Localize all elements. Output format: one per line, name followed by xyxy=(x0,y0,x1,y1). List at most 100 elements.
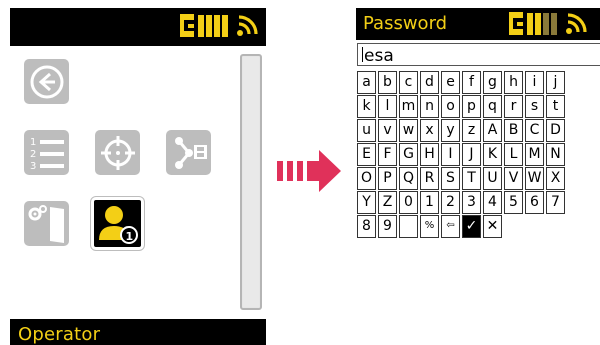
battery-ruler-icon xyxy=(180,14,228,37)
key-l[interactable]: l xyxy=(378,95,397,118)
key-b[interactable]: b xyxy=(378,71,397,94)
key-L[interactable]: L xyxy=(504,143,523,166)
key-C[interactable]: C xyxy=(525,119,544,142)
key-o[interactable]: o xyxy=(441,95,460,118)
back-tile[interactable] xyxy=(24,59,69,104)
key-O[interactable]: O xyxy=(357,167,376,190)
key-H[interactable]: H xyxy=(420,143,439,166)
key-7[interactable]: 7 xyxy=(546,191,565,214)
key-p[interactable]: p xyxy=(462,95,481,118)
key-r[interactable]: r xyxy=(504,95,523,118)
key-E[interactable]: E xyxy=(357,143,376,166)
key-4[interactable]: 4 xyxy=(483,191,502,214)
main-menu-screen: 1 2 3 1 Operator xyxy=(10,8,266,345)
key-T[interactable]: T xyxy=(462,167,481,190)
key-j[interactable]: j xyxy=(546,71,565,94)
key-space[interactable] xyxy=(399,215,418,238)
key-h[interactable]: h xyxy=(504,71,523,94)
key-6[interactable]: 6 xyxy=(525,191,544,214)
list-number-1: 1 xyxy=(30,137,36,148)
crosshair-target-icon xyxy=(100,135,135,170)
text-caret xyxy=(362,47,363,62)
key-9[interactable]: 9 xyxy=(378,215,397,238)
status-bar xyxy=(10,8,266,46)
key-8[interactable]: 8 xyxy=(357,215,376,238)
key-m[interactable]: m xyxy=(399,95,418,118)
list-number-2: 2 xyxy=(30,149,36,160)
numbered-list-icon: 1 2 3 xyxy=(30,137,64,172)
key-Z[interactable]: Z xyxy=(378,191,397,214)
target-tile[interactable] xyxy=(95,130,140,175)
password-screen: Password esa abcdefghij klmnopqrst uvwxyzA… xyxy=(356,8,600,345)
key-i[interactable]: i xyxy=(525,71,544,94)
key-S[interactable]: S xyxy=(441,167,460,190)
key-X[interactable]: X xyxy=(546,167,565,190)
transition-arrow-icon xyxy=(277,150,341,192)
key-W[interactable]: W xyxy=(525,167,544,190)
key-U[interactable]: U xyxy=(483,167,502,190)
battery-ruler-icon xyxy=(509,12,557,35)
key-symbols[interactable]: % xyxy=(420,215,439,238)
key-k[interactable]: k xyxy=(357,95,376,118)
key-D[interactable]: D xyxy=(546,119,565,142)
key-x[interactable]: x xyxy=(420,119,439,142)
key-y[interactable]: y xyxy=(441,119,460,142)
key-z[interactable]: z xyxy=(462,119,481,142)
key-5[interactable]: 5 xyxy=(504,191,523,214)
key-1[interactable]: 1 xyxy=(420,191,439,214)
key-d[interactable]: d xyxy=(420,71,439,94)
menu-scrollbar[interactable] xyxy=(240,54,262,310)
key-A[interactable]: A xyxy=(483,119,502,142)
key-q[interactable]: q xyxy=(483,95,502,118)
list-number-3: 3 xyxy=(30,161,36,172)
key-cancel[interactable]: ✕ xyxy=(483,215,502,238)
key-w[interactable]: w xyxy=(399,119,418,142)
key-N[interactable]: N xyxy=(546,143,565,166)
key-Q[interactable]: Q xyxy=(399,167,418,190)
key-M[interactable]: M xyxy=(525,143,544,166)
key-a[interactable]: a xyxy=(357,71,376,94)
key-Y[interactable]: Y xyxy=(357,191,376,214)
key-t[interactable]: t xyxy=(546,95,565,118)
key-B[interactable]: B xyxy=(504,119,523,142)
key-3[interactable]: 3 xyxy=(462,191,481,214)
password-input[interactable]: esa xyxy=(357,43,600,66)
operator-tile[interactable]: 1 xyxy=(91,197,144,250)
settings-door-icon xyxy=(28,204,64,243)
key-f[interactable]: f xyxy=(462,71,481,94)
key-F[interactable]: F xyxy=(378,143,397,166)
operator-badge: 1 xyxy=(125,230,133,243)
password-title-bar: Password xyxy=(356,8,600,40)
key-V[interactable]: V xyxy=(504,167,523,190)
list-tile[interactable]: 1 2 3 xyxy=(24,130,69,175)
wireless-signal-icon xyxy=(237,15,258,36)
key-2[interactable]: 2 xyxy=(441,191,460,214)
back-icon xyxy=(30,65,63,98)
key-c[interactable]: c xyxy=(399,71,418,94)
save-tile[interactable] xyxy=(166,130,211,175)
password-title: Password xyxy=(363,13,448,34)
key-G[interactable]: G xyxy=(399,143,418,166)
selected-item-label: Operator xyxy=(18,324,101,345)
scrollbar-thumb[interactable] xyxy=(243,57,259,307)
key-n[interactable]: n xyxy=(420,95,439,118)
password-input-value: esa xyxy=(364,46,394,66)
key-P[interactable]: P xyxy=(378,167,397,190)
bottom-bar: Operator xyxy=(10,319,266,345)
key-g[interactable]: g xyxy=(483,71,502,94)
key-s[interactable]: s xyxy=(525,95,544,118)
operator-icon: 1 xyxy=(98,205,138,244)
key-e[interactable]: e xyxy=(441,71,460,94)
key-J[interactable]: J xyxy=(462,143,481,166)
key-K[interactable]: K xyxy=(483,143,502,166)
key-I[interactable]: I xyxy=(441,143,460,166)
key-backspace[interactable]: ⇦ xyxy=(441,215,460,238)
key-v[interactable]: v xyxy=(378,119,397,142)
key-confirm[interactable]: ✓ xyxy=(462,215,481,238)
key-u[interactable]: u xyxy=(357,119,376,142)
settings-tile[interactable] xyxy=(24,201,69,246)
menu-grid: 1 2 3 1 xyxy=(10,46,266,319)
key-R[interactable]: R xyxy=(420,167,439,190)
save-to-file-icon xyxy=(174,136,207,169)
key-0[interactable]: 0 xyxy=(399,191,418,214)
